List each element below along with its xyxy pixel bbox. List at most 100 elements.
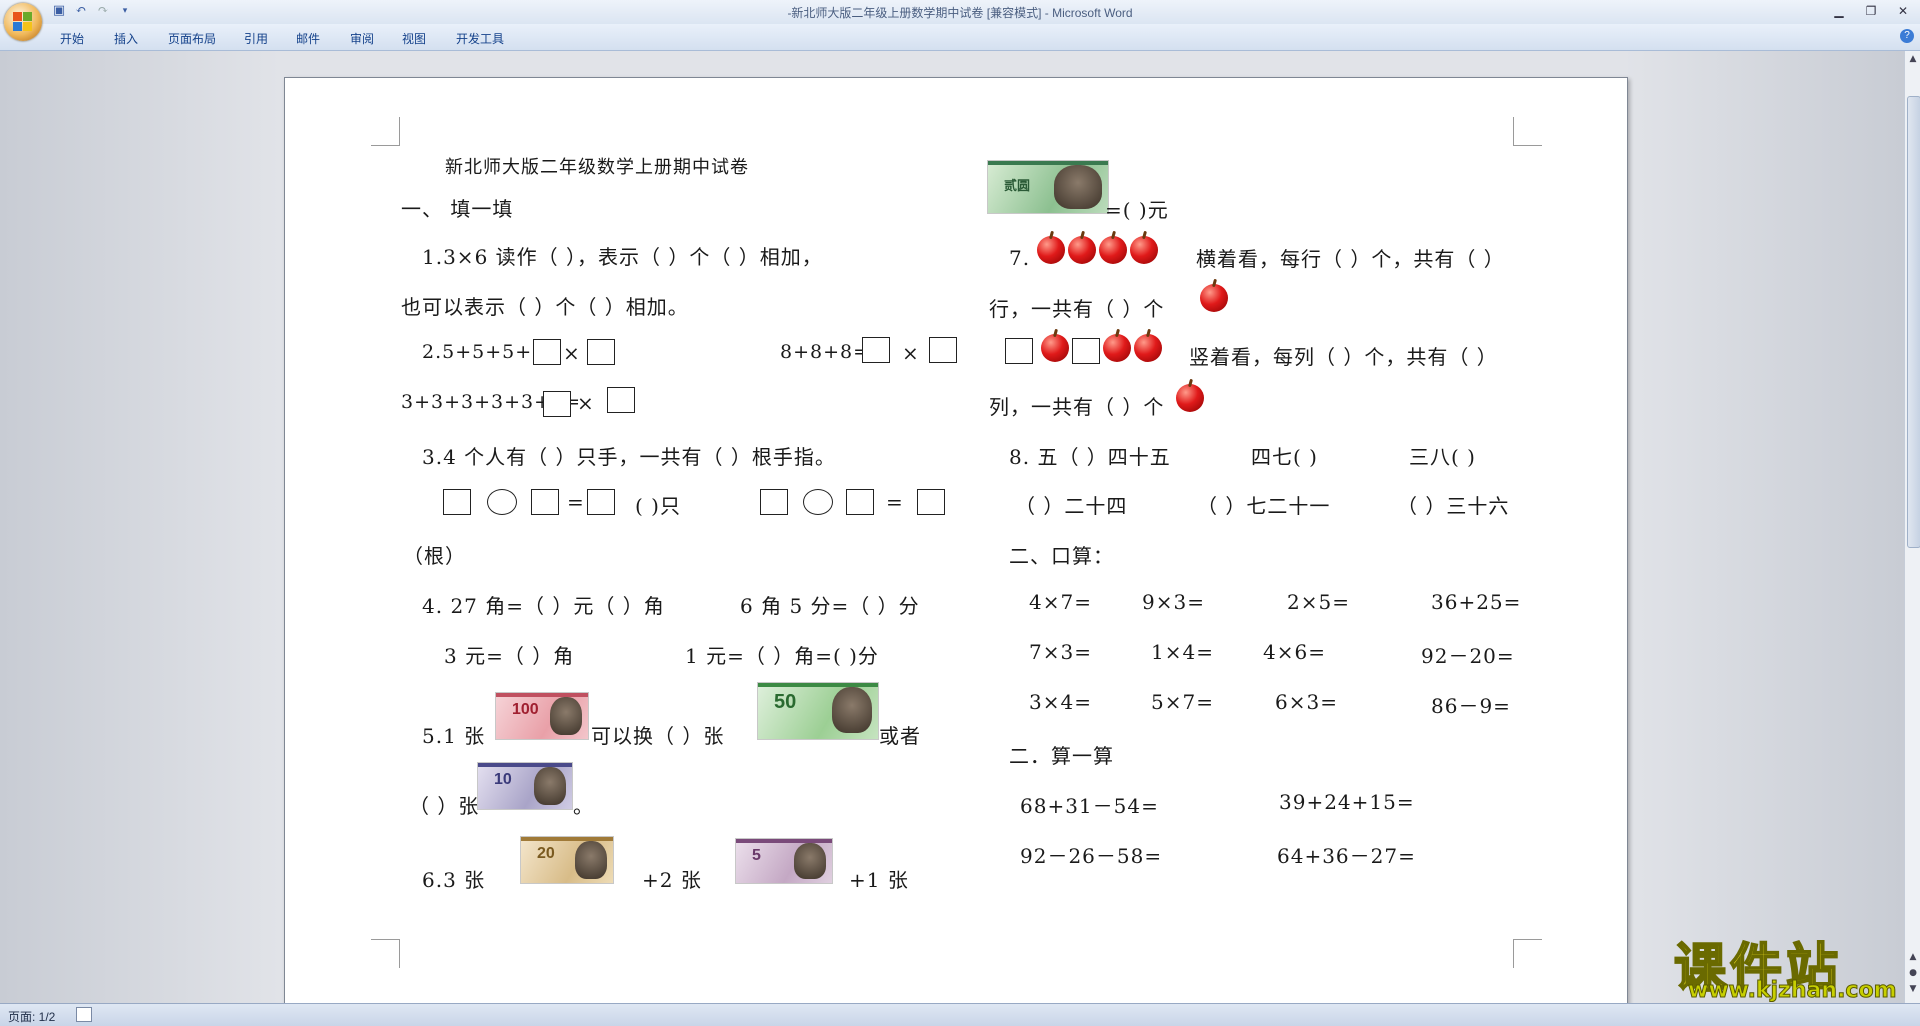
proofing-icon[interactable] [76,1007,92,1022]
tab-insert[interactable]: 插入 [114,30,138,47]
oral-item: 2×5= [1287,590,1350,614]
apple-icon [1130,236,1158,264]
question-6b: +2 张 [642,868,702,892]
question-4b: 6 角 5 分=（ ）分 [740,594,920,618]
question-6c: +1 张 [849,868,909,892]
redo-icon[interactable]: ↷ [96,4,110,18]
minimize-icon[interactable]: ▁ [1828,2,1850,20]
oral-item: 36+25= [1431,590,1522,614]
answer-box[interactable] [1072,338,1100,364]
tab-view[interactable]: 视图 [402,30,426,47]
exam-title: 新北师大版二年级数学上册期中试卷 [445,157,749,178]
answer-box[interactable] [533,339,561,365]
browse-object-icon[interactable]: ● [1907,967,1919,979]
close-icon[interactable]: ✕ [1892,2,1914,20]
section-fill-blanks: 一、 填一填 [401,197,514,221]
question-5b: 可以换（ ）张 [591,724,725,748]
oral-item: 9×3= [1142,590,1205,614]
page-count[interactable]: 页面: 1/2 [8,1008,55,1025]
quick-access-toolbar: ▣ ↶ ↷ ▾ [52,4,132,20]
answer-box[interactable] [587,339,615,365]
question-8f: （ ）三十六 [1397,494,1510,518]
answer-box[interactable] [1005,338,1033,364]
question-5e: 。 [573,794,594,818]
answer-box[interactable] [543,391,571,417]
apple-icon [1200,284,1228,312]
question-4a: 4. 27 角=（ ）元（ ）角 [422,594,665,618]
save-icon[interactable]: ▣ [52,4,66,18]
answer-box[interactable] [929,337,957,363]
question-5a: 5.1 张 [422,724,486,748]
apple-icon [1103,334,1131,362]
margin-corner [1513,939,1542,968]
calc-item: 92－26－58= [1020,844,1163,868]
document-page[interactable]: 新北师大版二年级数学上册期中试卷 一、 填一填 1.3×6 读作（ ），表示（ … [284,77,1628,1009]
question-8d: （ ）二十四 [1015,494,1128,518]
oral-item: 5×7= [1151,690,1214,714]
vertical-scrollbar[interactable]: ▲ ▲ ● ▼ [1904,51,1920,1003]
answer-box[interactable] [607,387,635,413]
unit-zhi: ( )只 [635,494,681,518]
tab-review[interactable]: 审阅 [350,30,374,47]
maximize-icon[interactable]: ❐ [1860,2,1882,20]
times-sign: × [577,391,595,415]
answer-box[interactable] [443,489,471,515]
banknote-100-icon: 100 [495,692,589,740]
question-2b: 8+8+8= [780,341,871,363]
question-6-answer: =( )元 [1105,198,1169,222]
oral-item: 6×3= [1275,690,1338,714]
apple-icon [1041,334,1069,362]
help-icon[interactable]: ? [1900,29,1914,43]
apple-icon [1068,236,1096,264]
tab-page-layout[interactable]: 页面布局 [168,30,216,47]
answer-box[interactable] [846,489,874,515]
question-7-total-column: 列，一共有（ ）个 [989,395,1165,419]
question-4c: 3 元=（ ）角 [444,644,575,668]
prev-page-icon[interactable]: ▲ [1907,951,1919,963]
margin-corner [1513,117,1542,146]
tab-home[interactable]: 开始 [60,30,84,47]
question-8b: 四七( ) [1251,445,1318,469]
operator-circle[interactable] [803,489,833,515]
question-8c: 三八( ) [1409,445,1476,469]
tab-mailings[interactable]: 邮件 [296,30,320,47]
question-6a: 6.3 张 [422,868,486,892]
calc-item: 68+31－54= [1020,794,1159,818]
question-7-number: 7. [1009,246,1031,270]
answer-box[interactable] [862,337,890,363]
answer-box[interactable] [917,489,945,515]
margin-corner [371,117,400,146]
answer-box[interactable] [760,489,788,515]
office-logo [13,12,33,32]
question-1-line-2: 也可以表示（ ）个（ ）相加。 [401,295,689,319]
scroll-up-icon[interactable]: ▲ [1907,53,1919,65]
banknote-2-icon: 贰圆 [987,160,1109,214]
answer-box[interactable] [531,489,559,515]
equals-sign: = [886,490,904,514]
banknote-10-icon: 10 [477,762,573,810]
next-page-icon[interactable]: ▼ [1907,983,1919,995]
qat-customize-icon[interactable]: ▾ [118,4,132,18]
operator-circle[interactable] [487,489,517,515]
question-7-column-text: 竖着看，每列（ ）个，共有（ ） [1189,345,1498,369]
times-sign: × [902,341,920,365]
oral-item: 4×6= [1263,640,1326,664]
office-button-icon[interactable] [4,3,42,41]
oral-item: 86－9= [1431,694,1511,718]
ribbon-tabs: 开始 插入 页面布局 引用 邮件 审阅 视图 开发工具 ? [0,24,1920,51]
times-sign: × [563,341,581,365]
tab-developer[interactable]: 开发工具 [456,30,504,47]
watermark-url: www.kjzhan.com [1688,978,1898,1004]
section-oral-calc: 二、口算： [1009,544,1114,568]
banknote-50-icon: 50 [757,682,879,740]
oral-item: 3×4= [1029,690,1092,714]
question-7-row-text: 横着看，每行（ ）个，共有（ ） [1196,247,1505,271]
watermark: 课件站 www.kjzhan.com [1668,926,1908,1004]
tab-references[interactable]: 引用 [244,30,268,47]
scroll-thumb[interactable] [1907,96,1920,548]
undo-icon[interactable]: ↶ [74,4,88,18]
answer-box[interactable] [587,489,615,515]
margin-corner [371,939,400,968]
section-calc: 二．算一算 [1009,744,1114,768]
question-5c: 或者 [879,724,921,748]
